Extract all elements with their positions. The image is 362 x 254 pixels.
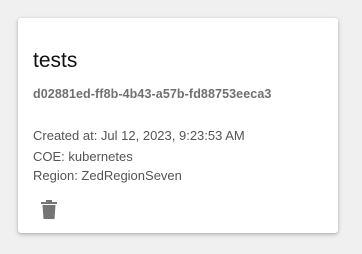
- delete-button[interactable]: [38, 198, 60, 220]
- cluster-id: d02881ed-ff8b-4b43-a57b-fd88753eeca3: [33, 87, 272, 101]
- trash-icon: [41, 199, 57, 219]
- created-at-text: Created at: Jul 12, 2023, 9:23:53 AM: [33, 128, 245, 143]
- coe-text: COE: kubernetes: [33, 149, 133, 164]
- region-text: Region: ZedRegionSeven: [33, 168, 182, 183]
- cluster-name: tests: [33, 49, 78, 72]
- cluster-card: tests d02881ed-ff8b-4b43-a57b-fd88753eec…: [18, 18, 338, 233]
